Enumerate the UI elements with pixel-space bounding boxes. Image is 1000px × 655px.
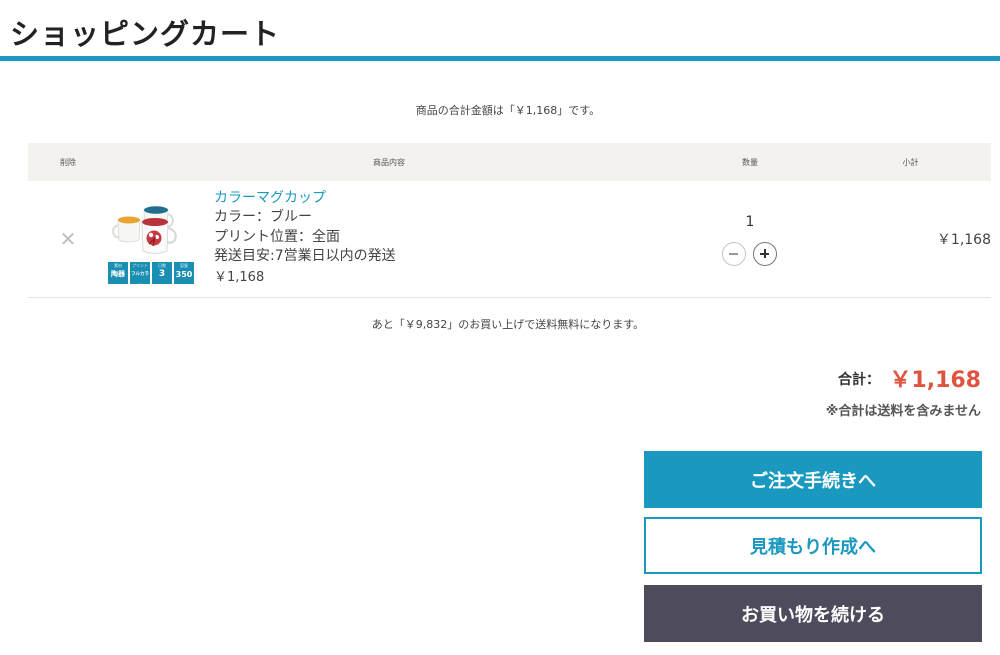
cart-item-row: ✕ 素材 陶器 プリント フルカラー 日数 3 容量 350 カラーマグカップ …	[28, 181, 991, 298]
badge-material: 素材 陶器	[108, 262, 128, 284]
quantity-value: 1	[745, 214, 755, 230]
item-print-position: プリント位置：全面	[214, 228, 340, 245]
checkout-button[interactable]: ご注文手続きへ	[644, 451, 982, 508]
page-header: ショッピングカート	[0, 0, 1000, 61]
continue-shopping-button[interactable]: お買い物を続ける	[644, 585, 982, 642]
close-icon[interactable]: ✕	[58, 229, 78, 249]
item-shipping-estimate: 発送目安:7営業日以内の発送	[214, 248, 396, 264]
cart-table: 削除 商品内容 数量 小計 ✕ 素材 陶器 プリント フルカラー 日数 3 容量…	[28, 143, 991, 298]
header-qty: 数量	[742, 158, 758, 167]
total-note: ※合計は送料を含みません	[825, 404, 981, 419]
header-item: 商品内容	[373, 158, 405, 167]
quote-button[interactable]: 見積もり作成へ	[644, 517, 982, 574]
header-subtotal: 小計	[902, 158, 919, 167]
free-shipping-note: あと「￥9,832」のお買い上げで送料無料になります。	[371, 318, 645, 331]
product-thumbnail[interactable]: 素材 陶器 プリント フルカラー 日数 3 容量 350	[108, 202, 194, 288]
minus-circle-icon[interactable]	[722, 242, 746, 266]
cart-table-header: 削除 商品内容 数量 小計	[28, 143, 991, 181]
item-subtotal: ￥1,168	[936, 232, 991, 248]
cart-summary-text: 商品の合計金額は「￥1,168」です。	[415, 104, 601, 117]
total-label: 合計：	[838, 372, 880, 388]
page-title: ショッピングカート	[10, 17, 281, 51]
header-remove: 削除	[60, 158, 76, 167]
plus-circle-icon[interactable]	[753, 242, 777, 266]
badge-capacity: 容量 350	[174, 262, 194, 284]
item-info: カラーマグカップ カラー：ブルー プリント位置：全面 発送目安:7営業日以内の発…	[214, 188, 396, 289]
item-name-link[interactable]: カラーマグカップ	[214, 188, 396, 208]
product-badges: 素材 陶器 プリント フルカラー 日数 3 容量 350	[108, 262, 194, 288]
item-color: カラー：ブルー	[214, 209, 312, 225]
badge-days: 日数 3	[152, 262, 172, 284]
item-unit-price: ￥1,168	[214, 269, 265, 285]
total-value: ￥1,168	[889, 368, 981, 393]
badge-print: プリント フルカラー	[130, 262, 150, 288]
minus-bar	[729, 253, 738, 255]
plus-bar-vertical	[763, 249, 766, 258]
